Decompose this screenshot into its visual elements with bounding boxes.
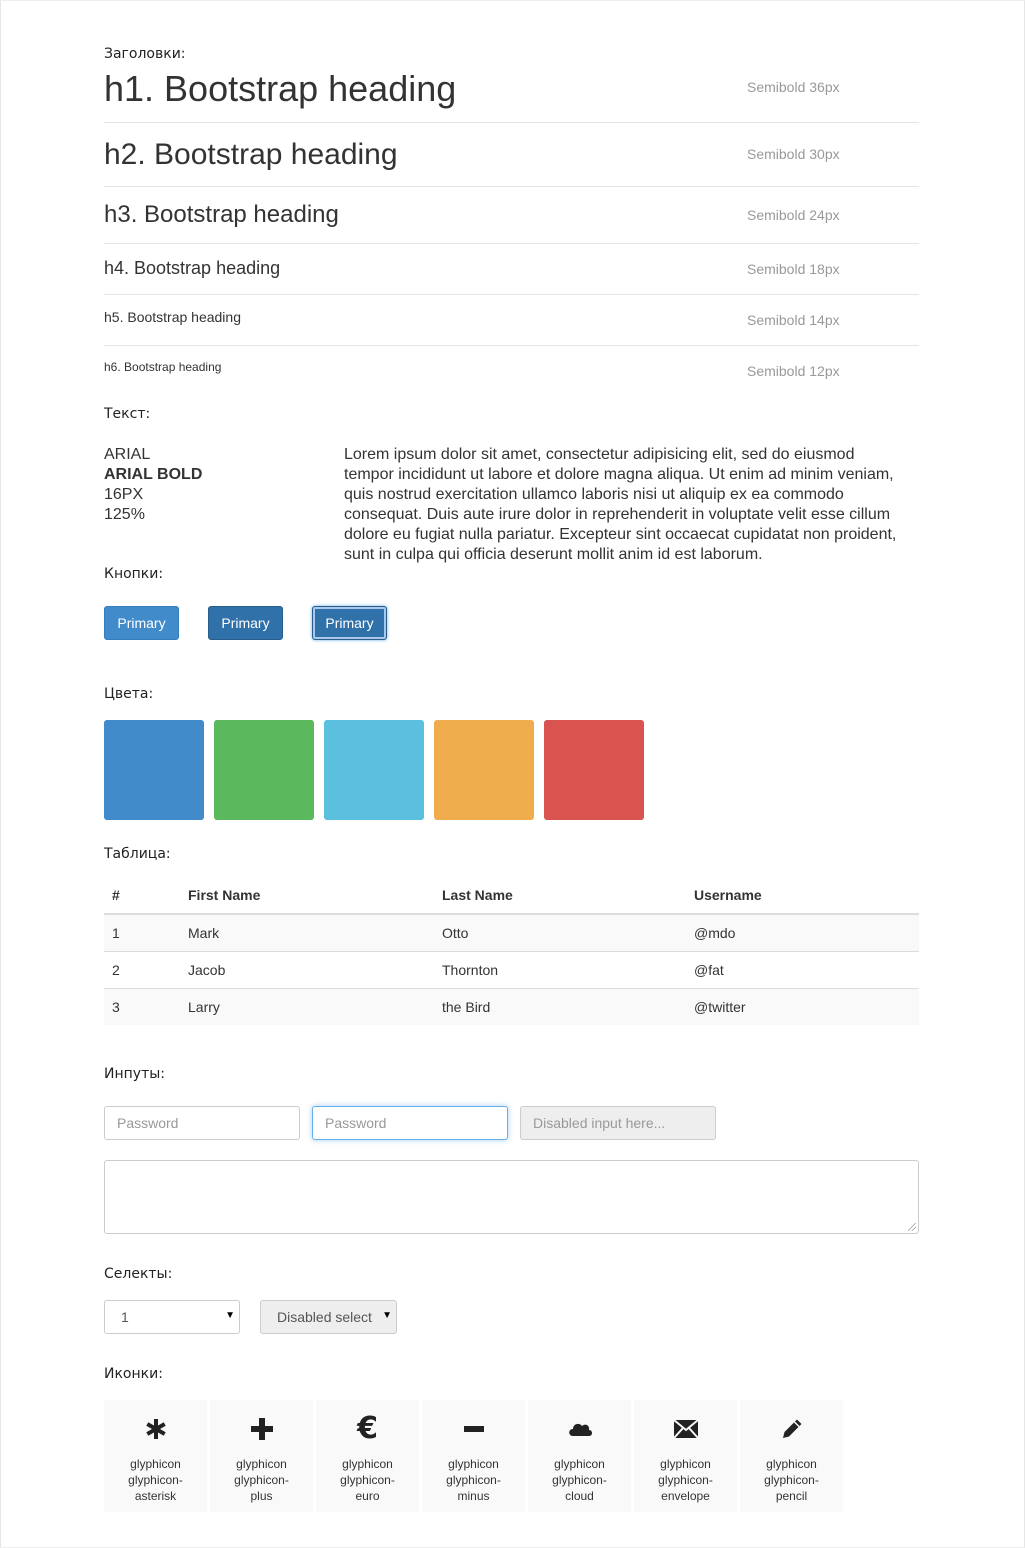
font-spec: ARIAL ARIAL BOLD 16PX 125% <box>104 445 202 525</box>
table-cell: 3 <box>104 988 180 1025</box>
heading-row-h5: h5. Bootstrap heading Semibold 14px <box>104 294 919 346</box>
heading-row-h3: h3. Bootstrap heading Semibold 24px <box>104 186 919 244</box>
icon-cell-envelope: glyphicon glyphicon-envelope <box>634 1400 737 1512</box>
heading-row-h2: h2. Bootstrap heading Semibold 30px <box>104 122 919 187</box>
icon-cell-asterisk: glyphicon glyphicon-asterisk <box>104 1400 207 1512</box>
icon-cell-plus: glyphicon glyphicon-plus <box>210 1400 313 1512</box>
users-table: # First Name Last Name Username 1 Mark O… <box>104 876 919 1025</box>
disabled-input <box>520 1106 716 1140</box>
table-row: 2 Jacob Thornton @fat <box>104 951 919 989</box>
primary-button-focus[interactable]: Primary <box>312 606 387 640</box>
table-cell: Mark <box>180 913 434 952</box>
dropdown-arrow-icon: ▼ <box>382 1310 392 1321</box>
plus-icon <box>210 1414 313 1444</box>
table-header-row: # First Name Last Name Username <box>104 876 919 915</box>
table-row: 3 Larry the Bird @twitter <box>104 988 919 1025</box>
table-cell: Otto <box>434 913 686 952</box>
color-swatch-danger <box>544 720 644 820</box>
lorem-paragraph: Lorem ipsum dolor sit amet, consectetur … <box>344 446 897 563</box>
color-swatch-primary <box>104 720 204 820</box>
primary-button-hover[interactable]: Primary <box>208 606 283 640</box>
heading-h3: h3. Bootstrap heading <box>104 201 339 228</box>
icon-cell-cloud: glyphicon glyphicon-cloud <box>528 1400 631 1512</box>
heading-row-h6: h6. Bootstrap heading Semibold 12px <box>104 345 919 385</box>
heading-note-h2: Semibold 30px <box>747 146 840 162</box>
primary-button-normal[interactable]: Primary <box>104 606 179 640</box>
icon-name: glyphicon glyphicon-euro <box>340 1457 395 1503</box>
table-cell: @fat <box>686 951 919 989</box>
minus-icon <box>422 1414 525 1444</box>
dropdown-arrow-icon: ▼ <box>225 1310 235 1321</box>
heading-row-h4: h4. Bootstrap heading Semibold 18px <box>104 243 919 295</box>
section-label-table: Таблица: <box>104 846 171 862</box>
number-select[interactable]: 1 ▼ <box>104 1300 240 1334</box>
table-header-username: Username <box>686 876 919 915</box>
table-cell: 2 <box>104 951 180 989</box>
heading-note-h1: Semibold 36px <box>747 79 840 95</box>
color-swatch-info <box>324 720 424 820</box>
table-header-number: # <box>104 876 180 915</box>
line-height-label: 125% <box>104 506 145 523</box>
password-input-focused[interactable] <box>312 1106 508 1140</box>
heading-row-h1: h1. Bootstrap heading Semibold 36px <box>104 66 919 123</box>
cloud-icon <box>528 1414 631 1444</box>
resize-grip-icon[interactable] <box>908 1223 916 1231</box>
disabled-select-value: Disabled select <box>277 1309 372 1325</box>
section-label-colors: Цвета: <box>104 686 154 702</box>
font-family-label: ARIAL <box>104 446 151 463</box>
table-cell: @twitter <box>686 988 919 1025</box>
table-header-last-name: Last Name <box>434 876 686 915</box>
icon-cell-minus: glyphicon glyphicon-minus <box>422 1400 525 1512</box>
table-cell: Thornton <box>434 951 686 989</box>
table-cell: the Bird <box>434 988 686 1025</box>
color-swatch-warning <box>434 720 534 820</box>
icon-name: glyphicon glyphicon-envelope <box>658 1457 713 1503</box>
textarea[interactable] <box>104 1160 919 1234</box>
section-label-selects: Селекты: <box>104 1266 173 1282</box>
heading-h5: h5. Bootstrap heading <box>104 309 241 325</box>
section-label-text: Текст: <box>104 406 151 422</box>
asterisk-icon <box>104 1414 207 1444</box>
table-cell: 1 <box>104 913 180 952</box>
icon-name: glyphicon glyphicon-pencil <box>764 1457 819 1503</box>
disabled-select: Disabled select ▼ <box>260 1300 397 1334</box>
font-bold-label: ARIAL BOLD <box>104 466 203 483</box>
euro-icon: € <box>357 1411 378 1446</box>
color-swatch-success <box>214 720 314 820</box>
heading-note-h3: Semibold 24px <box>747 207 840 223</box>
section-label-icons: Иконки: <box>104 1366 163 1382</box>
table-row: 1 Mark Otto @mdo <box>104 913 919 952</box>
table-cell: @mdo <box>686 913 919 952</box>
icon-name: glyphicon glyphicon-asterisk <box>128 1457 183 1503</box>
icon-name: glyphicon glyphicon-cloud <box>552 1457 607 1503</box>
heading-h6: h6. Bootstrap heading <box>104 360 222 374</box>
table-cell: Jacob <box>180 951 434 989</box>
section-label-inputs: Инпуты: <box>104 1066 165 1082</box>
heading-h4: h4. Bootstrap heading <box>104 258 281 278</box>
table-cell: Larry <box>180 988 434 1025</box>
heading-note-h6: Semibold 12px <box>747 363 840 379</box>
section-label-buttons: Кнопки: <box>104 566 164 582</box>
heading-h1: h1. Bootstrap heading <box>104 68 457 109</box>
font-size-label: 16PX <box>104 486 144 503</box>
select-value: 1 <box>121 1309 129 1325</box>
heading-note-h4: Semibold 18px <box>747 261 840 277</box>
envelope-icon <box>634 1414 737 1444</box>
password-input[interactable] <box>104 1106 300 1140</box>
pencil-icon <box>740 1414 843 1444</box>
table-header-first-name: First Name <box>180 876 434 915</box>
icon-cell-euro: € glyphicon glyphicon-euro <box>316 1400 419 1512</box>
icon-name: glyphicon glyphicon-minus <box>446 1457 501 1503</box>
section-label-headings: Заголовки: <box>104 46 186 62</box>
heading-note-h5: Semibold 14px <box>747 312 840 328</box>
icon-name: glyphicon glyphicon-plus <box>234 1457 289 1503</box>
icon-cell-pencil: glyphicon glyphicon-pencil <box>740 1400 843 1512</box>
heading-h2: h2. Bootstrap heading <box>104 138 398 171</box>
